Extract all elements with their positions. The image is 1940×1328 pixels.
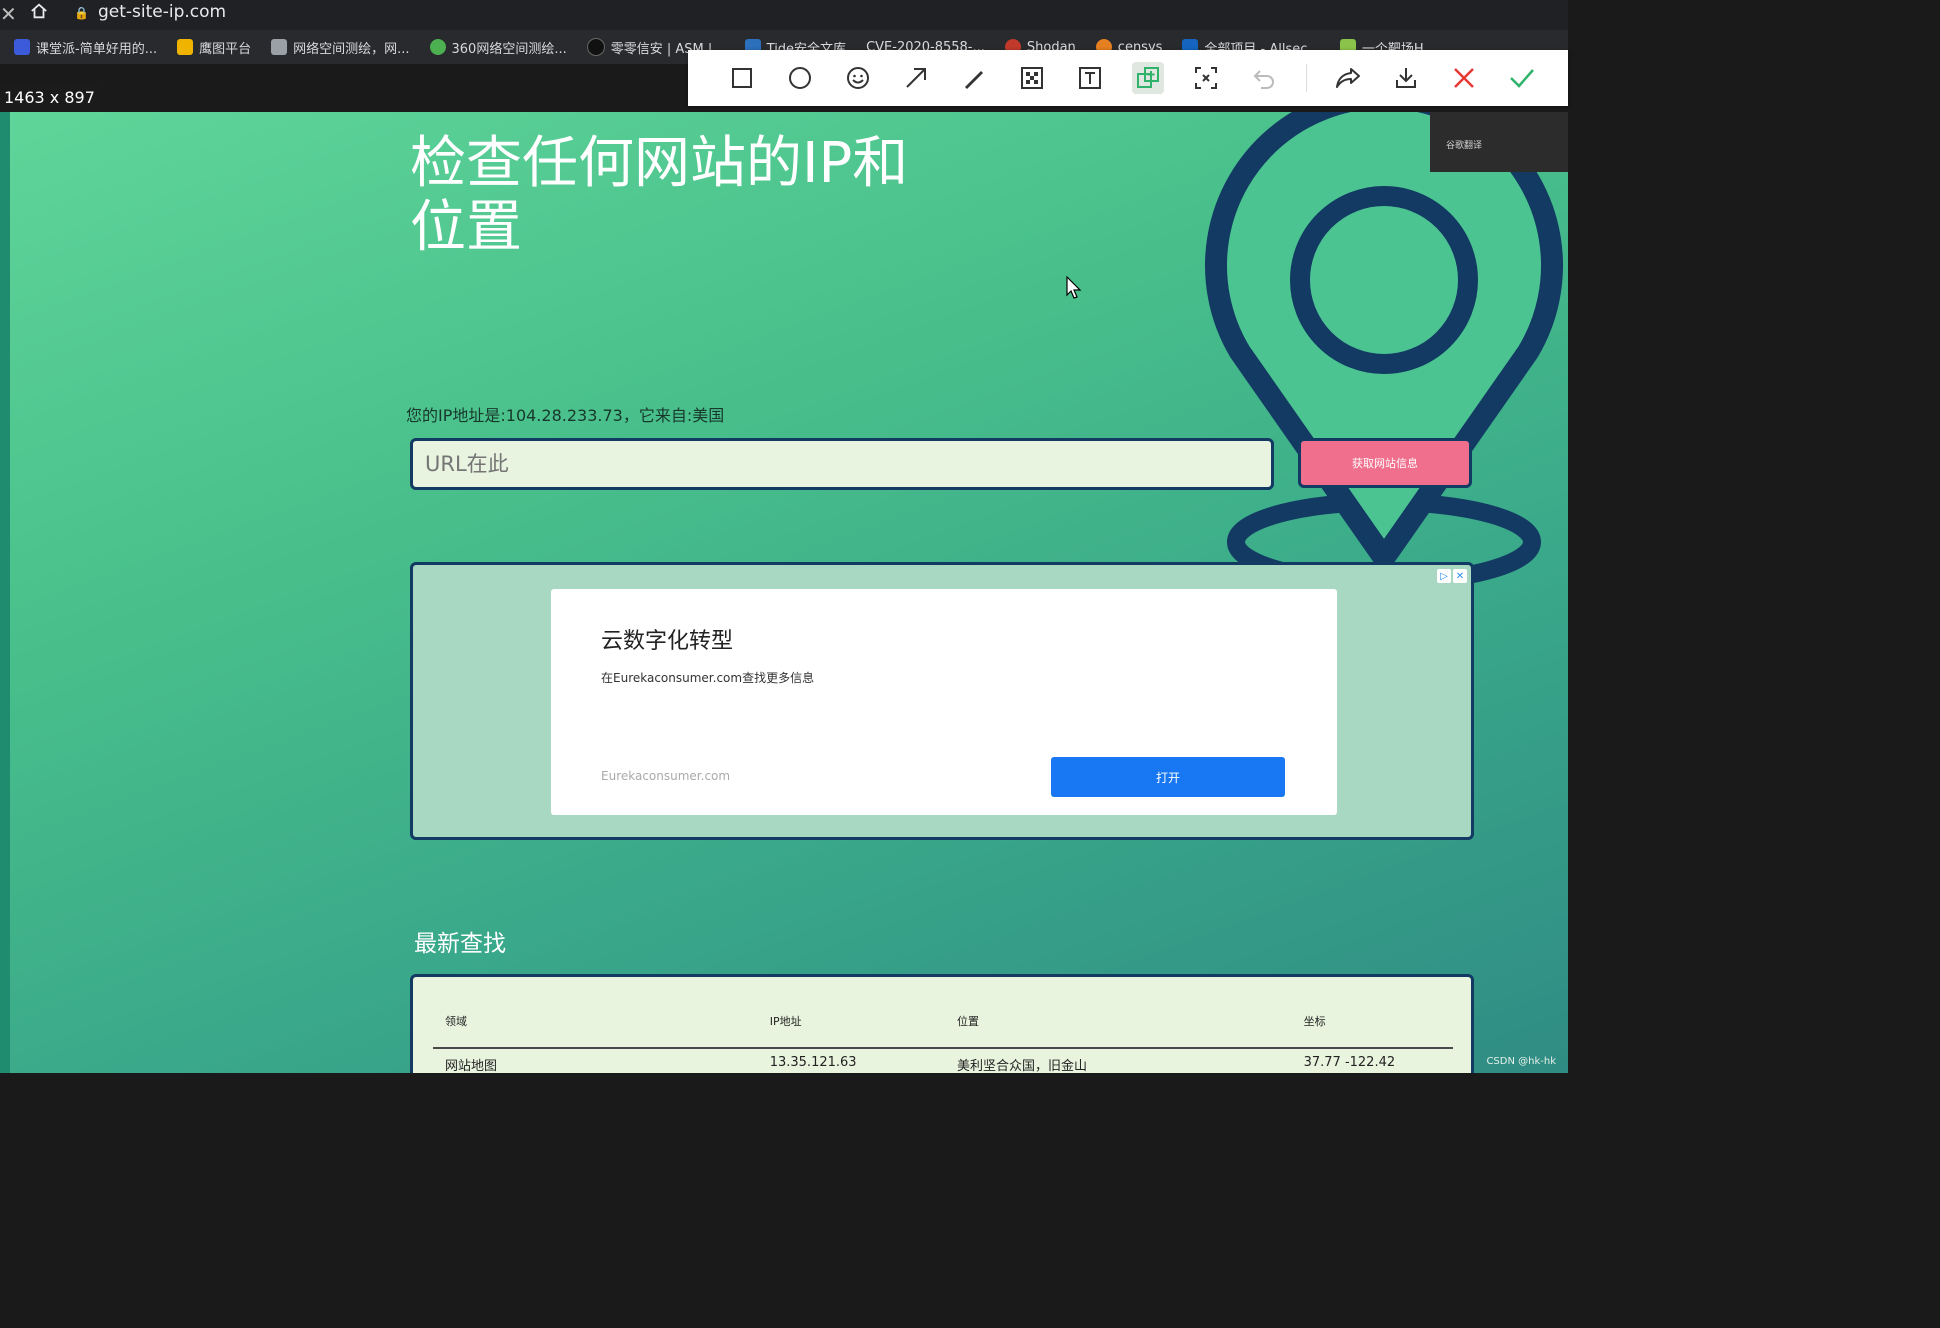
get-site-info-button[interactable]: 获取网站信息 (1298, 438, 1472, 488)
table-header: 领域 IP地址 位置 坐标 (433, 1013, 1453, 1029)
emoji-icon[interactable] (842, 62, 874, 94)
rectangle-icon[interactable] (726, 62, 758, 94)
bookmark-item[interactable]: 360网络空间测绘... (429, 38, 567, 57)
location-pin-icon (1205, 112, 1563, 591)
recent-lookups-title: 最新查找 (414, 931, 506, 957)
watermark: CSDN @hk-hk (1486, 1056, 1556, 1067)
ad-title: 云数字化转型 (601, 629, 734, 654)
url-input-wrapper (410, 438, 1274, 490)
visitor-ip-info: 您的IP地址是:104.28.233.73，它来自:美国 (406, 406, 725, 425)
recent-lookups-table: 领域 IP地址 位置 坐标 网站地图 13.35.121.63 美利坚合众国，旧… (410, 974, 1474, 1073)
bookmark-icon (14, 39, 30, 55)
bookmark-item[interactable]: 课堂派-简单好用的... (14, 38, 157, 57)
column-header: 坐标 (1303, 1015, 1326, 1028)
url-input[interactable] (413, 441, 1271, 487)
bookmark-icon (177, 39, 194, 55)
share-icon[interactable] (1332, 62, 1364, 94)
mosaic-icon[interactable] (1016, 62, 1048, 94)
table-cell: 网站地图 (445, 1059, 498, 1073)
confirm-icon[interactable] (1506, 62, 1538, 94)
bookmark-item[interactable]: 鹰图平台 (177, 38, 251, 57)
arrow-icon[interactable] (900, 62, 932, 94)
ocr-icon[interactable] (1190, 62, 1222, 94)
ad-container: ▷ ✕ 云数字化转型 在Eurekaconsumer.com查找更多信息 Eur… (410, 562, 1474, 840)
mouse-cursor-icon (1066, 276, 1082, 299)
toolbar-divider (1306, 64, 1307, 92)
web-page: 检查任何网站的IP和 位置 您的IP地址是:104.28.233.73，它来自:… (0, 112, 1568, 1073)
bookmark-icon (429, 39, 446, 55)
close-tab-icon[interactable]: ✕ (0, 2, 17, 26)
lock-icon: 🔒 (74, 6, 89, 20)
translate-popup[interactable]: 谷歌翻译 (1430, 112, 1568, 172)
table-row[interactable]: 网站地图 13.35.121.63 美利坚合众国，旧金山 37.77 -122.… (433, 1047, 1453, 1073)
ad-close-icon[interactable]: ✕ (1453, 569, 1467, 583)
column-header: IP地址 (769, 1015, 802, 1028)
bookmark-label: 网络空间测绘，网... (293, 41, 410, 57)
browser-address-bar: ✕ 🔒 get-site-ip.com (0, 0, 1568, 30)
circle-icon[interactable] (784, 62, 816, 94)
undo-icon[interactable] (1248, 62, 1280, 94)
pin-to-screen-icon[interactable] (1132, 62, 1164, 94)
page-title: 检查任何网站的IP和 位置 (410, 132, 970, 260)
download-icon[interactable] (1390, 62, 1422, 94)
table-cell: 37.77 -122.42 (1303, 1055, 1396, 1070)
ad-description: 在Eurekaconsumer.com查找更多信息 (601, 671, 815, 685)
bookmark-item[interactable]: 网络空间测绘，网... (271, 38, 410, 57)
bookmark-label: 鹰图平台 (199, 41, 252, 57)
ad-open-button[interactable]: 打开 (1051, 757, 1285, 797)
page-left-edge (0, 112, 10, 1073)
url-text[interactable]: get-site-ip.com (98, 2, 226, 22)
page-title-line: 检查任何网站的IP和 (410, 131, 909, 196)
column-header: 领域 (445, 1015, 467, 1028)
close-icon[interactable] (1448, 62, 1480, 94)
bookmark-icon (271, 39, 288, 55)
table-cell: 13.35.121.63 (769, 1055, 857, 1070)
adchoices-icon[interactable]: ▷ (1437, 569, 1451, 583)
ad-domain: Eurekaconsumer.com (601, 769, 731, 783)
bookmark-label: 课堂派-简单好用的... (36, 41, 158, 57)
capture-size-label: 1463 x 897 (0, 84, 99, 111)
pen-icon[interactable] (958, 62, 990, 94)
ad-choices[interactable]: ▷ ✕ (1437, 569, 1467, 583)
page-title-line: 位置 (410, 195, 522, 260)
bookmark-label: 360网络空间测绘... (451, 41, 567, 57)
ad-card[interactable]: 云数字化转型 在Eurekaconsumer.com查找更多信息 Eurekac… (551, 589, 1337, 815)
home-icon[interactable] (30, 2, 48, 20)
text-icon[interactable] (1074, 62, 1106, 94)
table-cell: 美利坚合众国，旧金山 (956, 1059, 1087, 1073)
column-header: 位置 (956, 1015, 979, 1028)
bookmark-icon (586, 38, 605, 56)
screenshot-toolbar (688, 50, 1568, 106)
